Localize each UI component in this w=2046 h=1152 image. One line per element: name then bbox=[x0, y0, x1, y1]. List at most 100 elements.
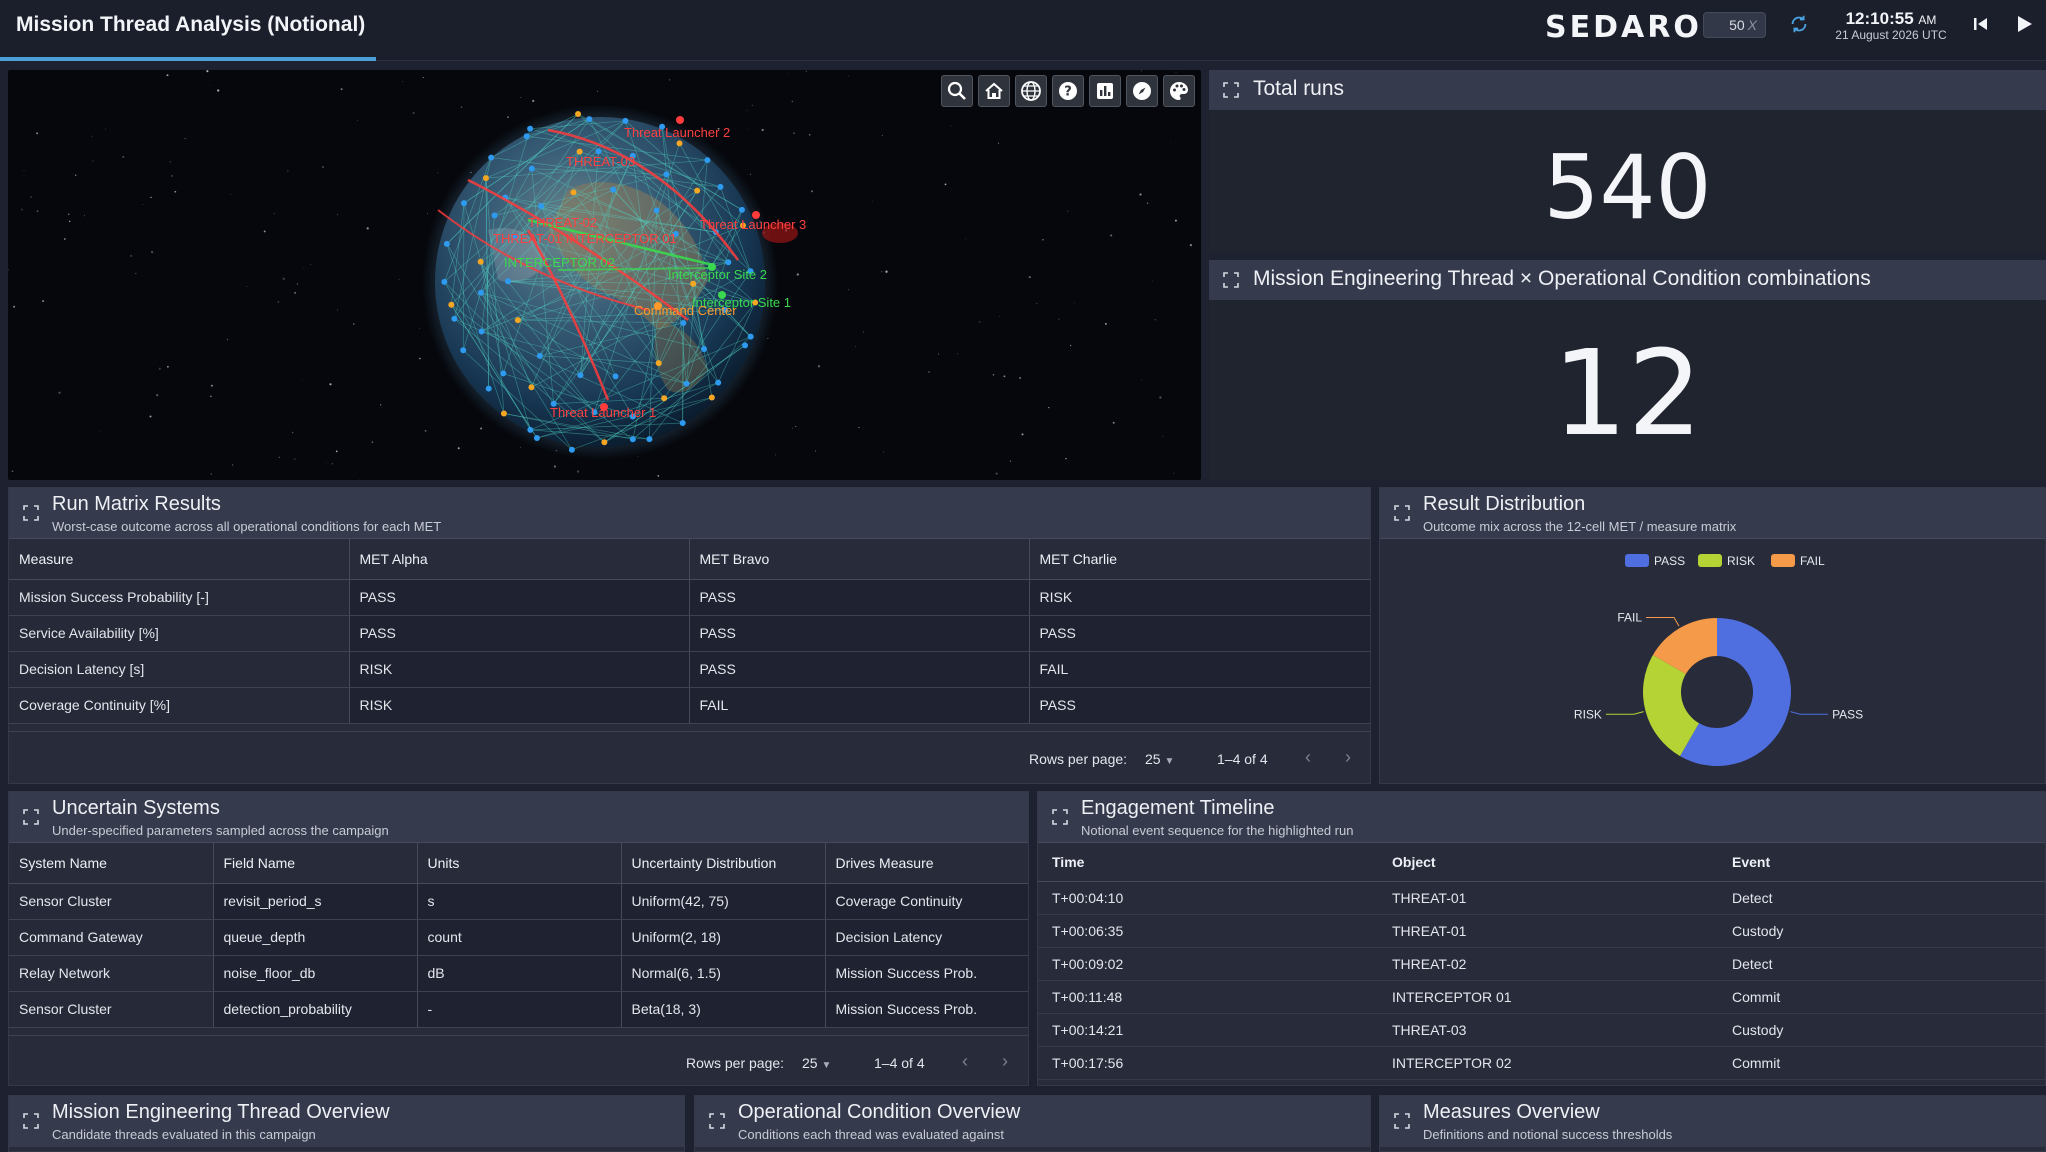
globe-viewer[interactable]: Threat Launcher 2 THREAT-03 Threat Launc… bbox=[8, 70, 1201, 480]
legend-swatch-fail[interactable] bbox=[1771, 554, 1795, 567]
next-page-icon[interactable]: › bbox=[1345, 747, 1351, 768]
speed-multiplier-input[interactable]: 50 X bbox=[1703, 12, 1766, 38]
column-header[interactable]: System Name bbox=[9, 843, 214, 884]
column-header[interactable]: Time bbox=[1038, 843, 1378, 882]
system-name-cell: Sensor Cluster bbox=[9, 991, 214, 1028]
expand-icon[interactable] bbox=[1394, 505, 1410, 521]
column-header[interactable]: Event bbox=[1718, 843, 2045, 882]
rows-per-page-select[interactable]: 25 ▼ bbox=[1145, 751, 1174, 767]
column-header[interactable]: Drives Measure bbox=[825, 843, 1028, 884]
column-header[interactable]: Field Name bbox=[213, 843, 418, 884]
table-row[interactable]: T+00:17:56 INTERCEPTOR 02 Commit bbox=[1038, 1046, 2045, 1080]
skip-to-start-icon[interactable] bbox=[1971, 14, 1991, 34]
measures-overview-title: Measures Overview bbox=[1423, 1101, 1600, 1123]
callout-line bbox=[1605, 711, 1644, 715]
callout-line bbox=[1646, 617, 1680, 627]
table-row[interactable]: T+00:14:21 THREAT-03 Custody bbox=[1038, 1013, 2045, 1047]
chart-button[interactable] bbox=[1089, 75, 1121, 107]
met-overview-title: Mission Engineering Thread Overview bbox=[52, 1101, 390, 1123]
measure-cell: Mission Success Probability [-] bbox=[9, 579, 350, 616]
measure-cell: Decision Latency [s] bbox=[9, 651, 350, 688]
table-row[interactable]: T+00:11:48 INTERCEPTOR 01 Commit bbox=[1038, 980, 2045, 1014]
table-row[interactable]: T+00:04:10 THREAT-01 Detect bbox=[1038, 881, 2045, 915]
column-header[interactable]: Units bbox=[417, 843, 622, 884]
column-header[interactable]: Measure bbox=[9, 539, 350, 580]
status-cell: RISK bbox=[1029, 579, 1370, 616]
column-header[interactable]: Uncertainty Distribution bbox=[621, 843, 826, 884]
compass-button[interactable] bbox=[1126, 75, 1158, 107]
status-cell: PASS bbox=[349, 579, 690, 616]
top-bar: Mission Thread Analysis (Notional) SEDAR… bbox=[0, 0, 2046, 61]
expand-icon[interactable] bbox=[1223, 272, 1239, 288]
object-cell: THREAT-03 bbox=[1378, 1013, 1718, 1047]
engagement-timeline-subtitle: Notional event sequence for the highligh… bbox=[1081, 823, 1354, 838]
table-row[interactable]: Service Availability [%] PASS PASS PASS bbox=[9, 615, 1370, 652]
rows-per-page-label: Rows per page: bbox=[1029, 751, 1128, 767]
speed-unit: X bbox=[1747, 17, 1757, 33]
rows-per-page-select[interactable]: 25 ▼ bbox=[802, 1055, 831, 1071]
expand-icon[interactable] bbox=[709, 1113, 725, 1129]
table-row[interactable]: Sensor Cluster revisit_period_s s Unifor… bbox=[9, 883, 1028, 920]
event-cell: Custody bbox=[1718, 914, 2045, 948]
table-row[interactable]: Sensor Cluster detection_probability - B… bbox=[9, 991, 1028, 1028]
svg-text:?: ? bbox=[1064, 85, 1072, 100]
engagement-timeline-title: Engagement Timeline bbox=[1081, 797, 1275, 819]
table-row[interactable]: Command Gateway queue_depth count Unifor… bbox=[9, 919, 1028, 956]
table-row[interactable]: T+00:09:02 THREAT-02 Detect bbox=[1038, 947, 2045, 981]
interceptor-site-2-label: Interceptor Site 2 bbox=[668, 267, 767, 282]
system-name-cell: Sensor Cluster bbox=[9, 883, 214, 920]
result-distribution-panel: Result Distribution Outcome mix across t… bbox=[1379, 487, 2046, 784]
search-button[interactable] bbox=[941, 75, 973, 107]
table-row[interactable]: Relay Network noise_floor_db dB Normal(6… bbox=[9, 955, 1028, 992]
time-cell: T+00:04:10 bbox=[1038, 881, 1378, 915]
palette-icon bbox=[1170, 82, 1188, 100]
distribution-cell: Normal(6, 1.5) bbox=[621, 955, 826, 992]
globe-toolbar: ? bbox=[941, 75, 1195, 107]
uncertain-systems-title: Uncertain Systems bbox=[52, 797, 220, 819]
expand-icon[interactable] bbox=[1223, 82, 1239, 98]
result-donut-chart: PASS RISK FAIL PASS RISK FAIL bbox=[1574, 554, 1863, 766]
chart-legend: PASS RISK FAIL bbox=[1625, 554, 1825, 568]
status-cell: PASS bbox=[689, 651, 1030, 688]
status-cell: PASS bbox=[349, 615, 690, 652]
palette-button[interactable] bbox=[1163, 75, 1195, 107]
event-cell: Detect bbox=[1718, 881, 2045, 915]
home-button[interactable] bbox=[978, 75, 1010, 107]
table-row[interactable]: Mission Success Probability [-] PASS PAS… bbox=[9, 579, 1370, 616]
column-header[interactable]: Object bbox=[1378, 843, 1718, 882]
result-distribution-subtitle: Outcome mix across the 12-cell MET / mea… bbox=[1423, 519, 1737, 534]
drives-measure-cell: Coverage Continuity bbox=[825, 883, 1028, 920]
combinations-panel: Mission Engineering Thread × Operational… bbox=[1209, 260, 2046, 480]
play-icon[interactable] bbox=[2012, 12, 2036, 36]
table-row[interactable]: Decision Latency [s] RISK PASS FAIL bbox=[9, 651, 1370, 688]
column-header[interactable]: MET Alpha bbox=[349, 539, 690, 580]
column-header[interactable]: MET Bravo bbox=[689, 539, 1030, 580]
legend-swatch-risk[interactable] bbox=[1698, 554, 1722, 567]
oc-overview-title: Operational Condition Overview bbox=[738, 1101, 1021, 1123]
legend-label-pass[interactable]: PASS bbox=[1654, 554, 1685, 568]
expand-icon[interactable] bbox=[23, 1113, 39, 1129]
help-button[interactable]: ? bbox=[1052, 75, 1084, 107]
prev-page-icon[interactable]: ‹ bbox=[1305, 747, 1311, 768]
legend-swatch-pass[interactable] bbox=[1625, 554, 1649, 567]
threat-launcher-1-label: Threat Launcher 1 bbox=[550, 405, 657, 420]
globe-button[interactable] bbox=[1015, 75, 1047, 107]
expand-icon[interactable] bbox=[1052, 809, 1068, 825]
legend-label-risk[interactable]: RISK bbox=[1727, 554, 1755, 568]
home-icon bbox=[985, 82, 1003, 99]
sync-icon[interactable] bbox=[1788, 13, 1810, 35]
legend-label-fail[interactable]: FAIL bbox=[1800, 554, 1825, 568]
table-row[interactable]: T+00:06:35 THREAT-01 Custody bbox=[1038, 914, 2045, 948]
status-cell: FAIL bbox=[1029, 651, 1370, 688]
status-cell: PASS bbox=[689, 579, 1030, 616]
expand-icon[interactable] bbox=[23, 505, 39, 521]
prev-page-icon[interactable]: ‹ bbox=[962, 1051, 968, 1072]
next-page-icon[interactable]: › bbox=[1002, 1051, 1008, 1072]
table-row[interactable]: Coverage Continuity [%] RISK FAIL PASS bbox=[9, 687, 1370, 724]
expand-icon[interactable] bbox=[1394, 1113, 1410, 1129]
expand-icon[interactable] bbox=[23, 809, 39, 825]
rows-per-page-value: 25 bbox=[1145, 751, 1161, 767]
met-overview-header: Mission Engineering Thread Overview Cand… bbox=[9, 1096, 684, 1147]
uncertain-systems-pager: Rows per page: 25 ▼ 1–4 of 4 ‹ › bbox=[9, 1035, 1028, 1087]
column-header[interactable]: MET Charlie bbox=[1029, 539, 1370, 580]
